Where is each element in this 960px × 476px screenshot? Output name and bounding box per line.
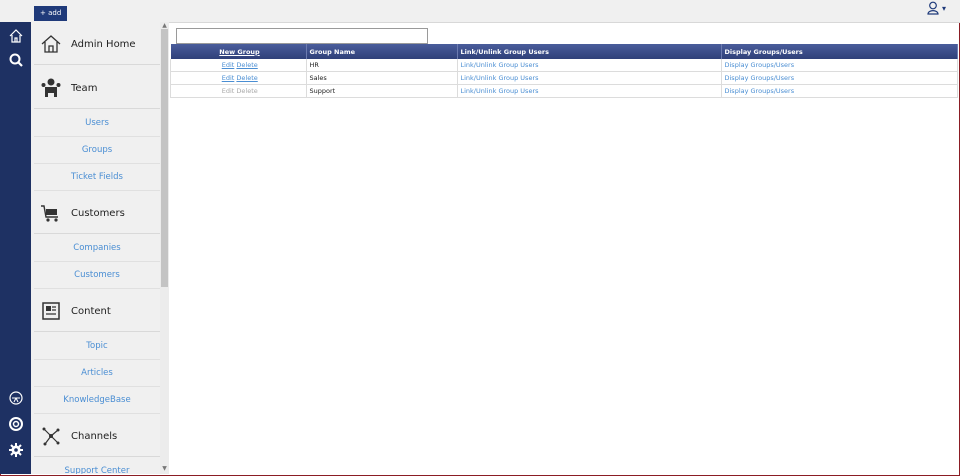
left-rail <box>0 22 31 474</box>
scroll-down-icon[interactable]: ▼ <box>160 465 169 472</box>
nav-scrollbar[interactable]: ▲ ▼ <box>160 22 169 474</box>
delete-link[interactable]: Delete <box>236 74 257 82</box>
group-name-cell: Sales <box>306 71 458 85</box>
table-header-row: New Group Group Name Link/Unlink Group U… <box>170 44 958 59</box>
link-unlink-link[interactable]: Link/Unlink Group Users <box>461 87 539 95</box>
user-menu[interactable]: ▾ <box>927 1 946 15</box>
nav-customers[interactable]: Customers <box>34 193 160 234</box>
new-group-link[interactable]: New Group <box>170 44 307 59</box>
scroll-up-icon[interactable]: ▲ <box>160 22 169 29</box>
nav-channels-label: Channels <box>71 430 118 442</box>
link-unlink-link[interactable]: Link/Unlink Group Users <box>461 61 539 69</box>
row-actions: Edit Delete <box>170 84 307 98</box>
nav-item-knowledgebase[interactable]: KnowledgeBase <box>34 387 160 414</box>
header-display-groups: Display Groups/Users <box>721 44 958 59</box>
display-groups-link[interactable]: Display Groups/Users <box>725 74 795 82</box>
chevron-down-icon: ▾ <box>941 3 946 13</box>
header-group-name: Group Name <box>306 44 458 59</box>
display-groups-cell: Display Groups/Users <box>721 84 958 98</box>
nav-content[interactable]: Content <box>34 291 160 332</box>
header-link-unlink: Link/Unlink Group Users <box>457 44 722 59</box>
row-actions: Edit Delete <box>170 59 307 72</box>
nav-content-label: Content <box>71 305 111 317</box>
search-icon[interactable] <box>6 50 26 70</box>
link-unlink-cell: Link/Unlink Group Users <box>457 59 722 72</box>
nav-item-support-center[interactable]: Support Center <box>34 458 160 474</box>
group-name-cell: Support <box>306 84 458 98</box>
nav-admin-home[interactable]: Admin Home <box>34 24 160 65</box>
edit-link[interactable]: Edit <box>222 61 235 69</box>
table-row: Edit Delete HR Link/Unlink Group Users D… <box>170 59 958 72</box>
display-groups-link[interactable]: Display Groups/Users <box>725 61 795 69</box>
delete-link[interactable]: Delete <box>236 61 257 69</box>
groups-table: New Group Group Name Link/Unlink Group U… <box>170 44 958 98</box>
settings-icon[interactable] <box>6 440 26 460</box>
scroll-thumb[interactable] <box>161 29 168 287</box>
display-groups-link[interactable]: Display Groups/Users <box>725 87 795 95</box>
nav-item-companies[interactable]: Companies <box>34 235 160 262</box>
nav-channels[interactable]: Channels <box>34 416 160 457</box>
add-button[interactable]: + add <box>34 6 68 21</box>
nav-item-customers[interactable]: Customers <box>34 262 160 289</box>
nav-item-ticket-fields[interactable]: Ticket Fields <box>34 164 160 191</box>
group-name-cell: HR <box>306 59 458 72</box>
nav-item-groups[interactable]: Groups <box>34 137 160 164</box>
nav-customers-label: Customers <box>71 207 125 219</box>
nav-admin-home-label: Admin Home <box>71 38 136 50</box>
nav-item-users[interactable]: Users <box>34 110 160 137</box>
nav-item-articles[interactable]: Articles <box>34 360 160 387</box>
new-group-link-text[interactable]: New Group <box>219 48 259 56</box>
edit-link[interactable]: Edit <box>222 74 235 82</box>
home-icon <box>38 31 64 57</box>
home-icon[interactable] <box>6 26 26 46</box>
table-row: Edit Delete Support Link/Unlink Group Us… <box>170 84 958 98</box>
edit-link-disabled: Edit <box>221 87 235 95</box>
content-icon <box>38 298 64 324</box>
display-groups-cell: Display Groups/Users <box>721 71 958 85</box>
admin-nav: Admin Home Team Users Groups Ticket Fiel… <box>31 22 160 474</box>
link-unlink-cell: Link/Unlink Group Users <box>457 71 722 85</box>
row-actions: Edit Delete <box>170 71 307 85</box>
top-bar: + add ▾ <box>0 0 960 23</box>
delete-link-disabled: Delete <box>236 87 258 95</box>
cart-icon <box>38 200 64 226</box>
channels-icon <box>38 423 64 449</box>
help-icon[interactable] <box>6 414 26 434</box>
nav-team-label: Team <box>71 82 98 94</box>
team-icon <box>38 75 64 101</box>
user-icon <box>927 1 939 15</box>
link-unlink-cell: Link/Unlink Group Users <box>457 84 722 98</box>
nav-item-topic[interactable]: Topic <box>34 333 160 360</box>
link-unlink-link[interactable]: Link/Unlink Group Users <box>461 74 539 82</box>
search-input[interactable] <box>176 28 428 44</box>
support-icon[interactable] <box>6 388 26 408</box>
display-groups-cell: Display Groups/Users <box>721 59 958 72</box>
nav-team[interactable]: Team <box>34 68 160 109</box>
table-row: Edit Delete Sales Link/Unlink Group User… <box>170 71 958 85</box>
